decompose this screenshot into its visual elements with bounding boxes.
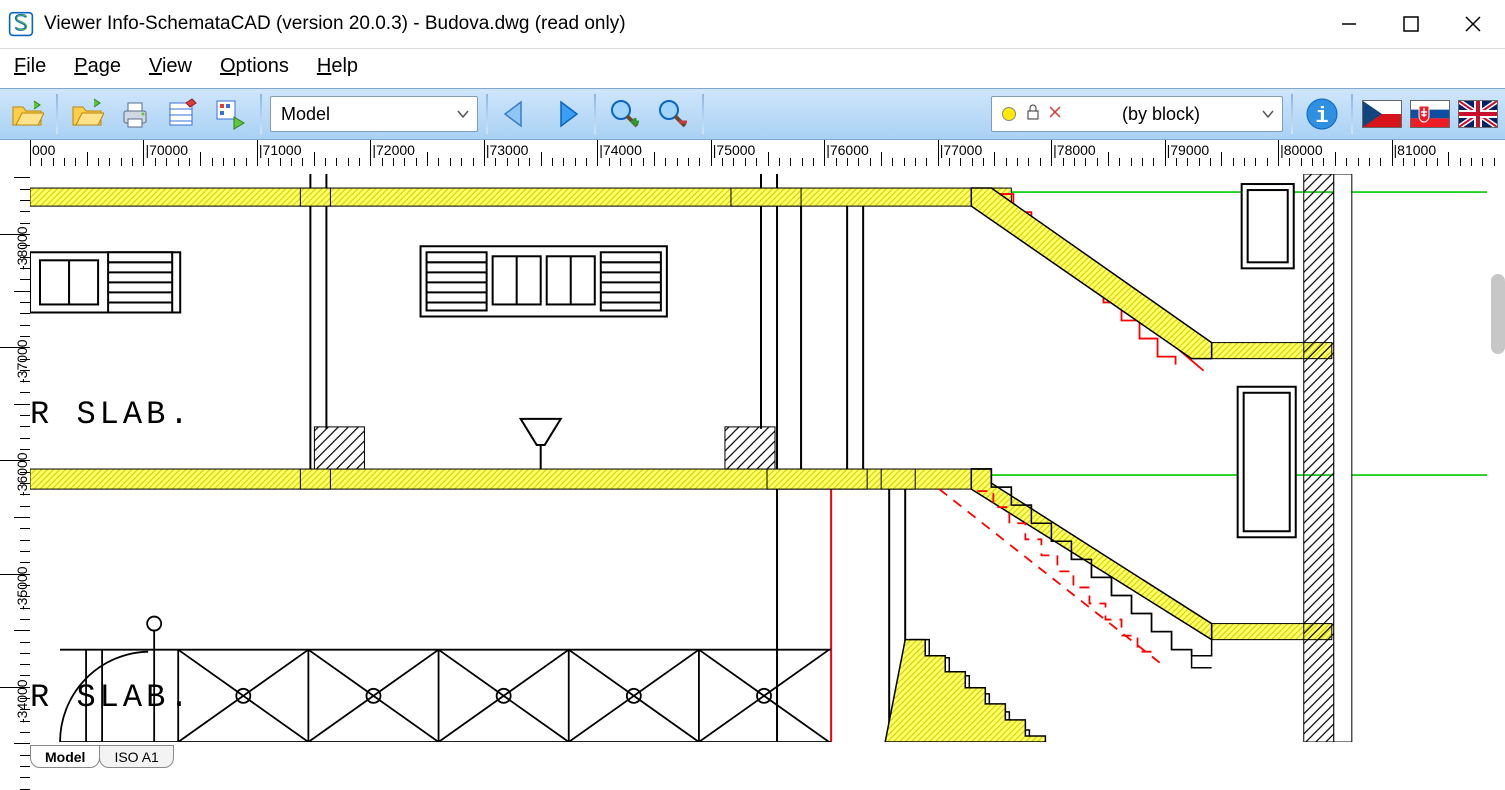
layer-combo-text: (by block)	[1068, 104, 1254, 125]
menu-help[interactable]: Help	[317, 55, 358, 78]
layer-color-swatch	[1002, 107, 1016, 121]
canvas-text-slab1: R SLAB.	[30, 396, 193, 433]
export-button[interactable]	[210, 93, 252, 135]
zoom-out-button[interactable]	[652, 93, 694, 135]
info-button[interactable]: i	[1301, 93, 1343, 135]
open-file-button[interactable]	[6, 93, 48, 135]
drawing-canvas[interactable]: R SLAB.	[30, 174, 1487, 742]
model-combo[interactable]: Model	[270, 96, 478, 132]
forward-button[interactable]	[544, 93, 586, 135]
chevron-down-icon	[1254, 107, 1282, 121]
layer-lock-icon	[1024, 103, 1042, 125]
toolbar: Model (by block) i	[0, 88, 1505, 140]
close-button[interactable]	[1461, 12, 1485, 36]
layers-button[interactable]	[162, 93, 204, 135]
vertical-scrollbar[interactable]	[1491, 274, 1505, 354]
title-bar: Viewer Info-SchemataCAD (version 20.0.3)…	[0, 0, 1505, 49]
chevron-down-icon	[449, 107, 477, 121]
menu-options[interactable]: Options	[220, 55, 289, 78]
layer-combo[interactable]: (by block)	[991, 96, 1283, 132]
window-title: Viewer Info-SchemataCAD (version 20.0.3)…	[42, 13, 1337, 35]
menu-view[interactable]: View	[149, 55, 192, 78]
layer-delete-icon	[1048, 105, 1062, 123]
flag-uk-button[interactable]	[1457, 93, 1499, 135]
model-combo-text: Model	[271, 104, 449, 125]
svg-text:i: i	[1315, 104, 1328, 129]
flag-sk-button[interactable]	[1409, 93, 1451, 135]
flag-cz-button[interactable]	[1361, 93, 1403, 135]
back-button[interactable]	[496, 93, 538, 135]
sheet-tabs: Model ISO A1	[30, 744, 173, 768]
vertical-ruler: -38000-37000-36000-35000-34000	[0, 174, 30, 742]
open-folder-button[interactable]	[66, 93, 108, 135]
app-icon	[8, 11, 34, 37]
tab-iso-a1[interactable]: ISO A1	[99, 745, 173, 768]
maximize-button[interactable]	[1399, 12, 1423, 36]
menu-page[interactable]: Page	[74, 55, 121, 78]
minimize-button[interactable]	[1337, 12, 1361, 36]
print-button[interactable]	[114, 93, 156, 135]
menu-bar: File Page View Options Help	[0, 49, 1505, 88]
canvas-text-slab2: R SLAB.	[30, 679, 193, 716]
zoom-in-button[interactable]	[604, 93, 646, 135]
workspace: -38000-37000-36000-35000-34000	[0, 174, 1505, 742]
tab-model[interactable]: Model	[30, 745, 100, 768]
menu-file[interactable]: File	[14, 55, 46, 78]
horizontal-ruler: 000|70000|71000|72000|73000|74000|75000|…	[30, 140, 1505, 166]
